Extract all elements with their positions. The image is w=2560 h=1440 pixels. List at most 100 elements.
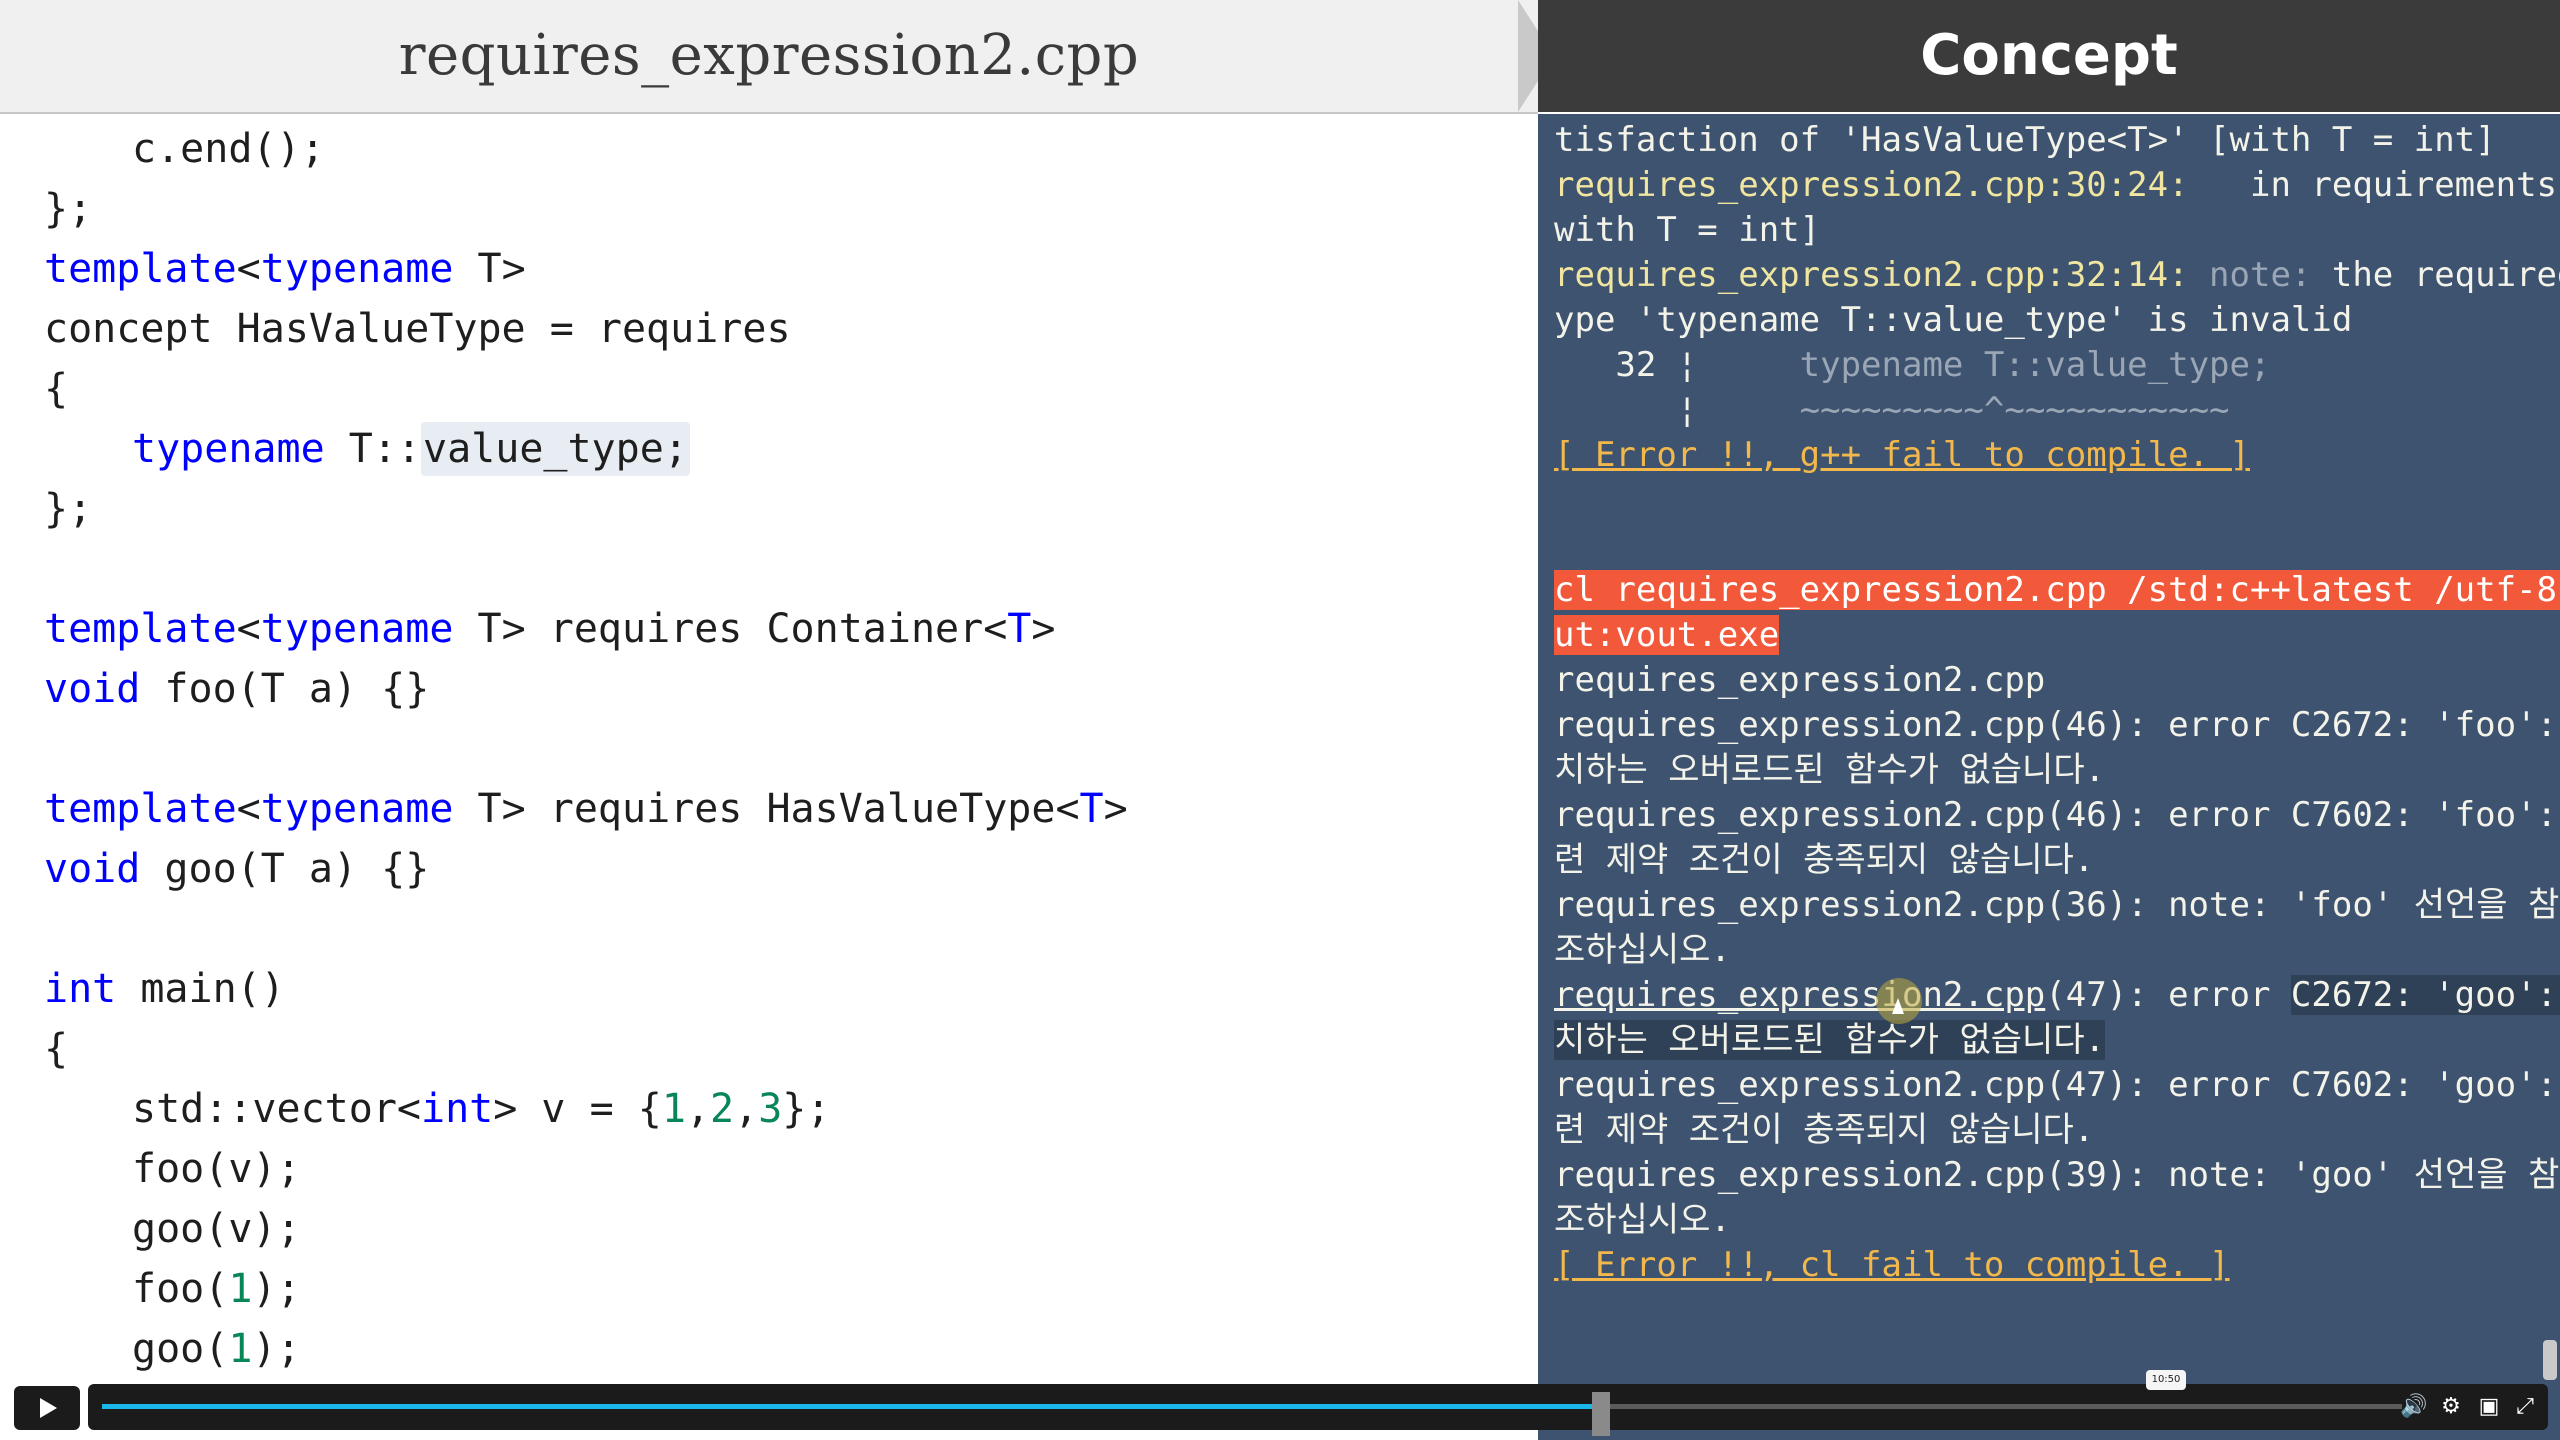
terminal-line: requires_expression2.cpp(39): note: 'goo… — [1554, 1153, 2559, 1198]
terminal-line: requires_expression2.cpp(47): error C267… — [1554, 973, 2560, 1018]
code-editor: c.end(); }; template<typename T> concept… — [0, 114, 1536, 1384]
mouse-pointer-icon — [1892, 998, 1904, 1014]
code-keyword: int — [420, 1086, 494, 1132]
code-text: concept HasValueType = requires — [44, 306, 791, 352]
terminal-line: requires_expression2.cpp — [1554, 658, 2045, 703]
code-number: 2 — [710, 1086, 735, 1132]
code-keyword: typename — [260, 606, 454, 652]
terminal-line: requires_expression2.cpp(46): error C760… — [1554, 793, 2560, 838]
highlighted-code: value_type; — [420, 422, 690, 476]
terminal-scrollbar[interactable] — [2543, 1340, 2557, 1380]
panel-title: Concept — [1920, 23, 2178, 88]
code-keyword: void — [44, 666, 141, 712]
terminal-text: 치하는 오버로드된 함수가 없습니다. — [1554, 750, 2106, 790]
terminal-line: requires_expression2.cpp:30:24: in requi… — [1554, 163, 2560, 208]
code-text: > — [1031, 606, 1056, 652]
selected-text: 치하는 오버로드된 함수가 없습니다. — [1554, 1020, 2106, 1060]
code-text: > — [1103, 786, 1128, 832]
code-number: 1 — [661, 1086, 686, 1132]
code-text: foo(v); — [132, 1146, 301, 1192]
code-keyword: typename — [132, 426, 325, 472]
exit-fullscreen-icon[interactable]: ⤢ — [2512, 1394, 2538, 1420]
terminal-line: 련 제약 조건이 충족되지 않습니다. — [1554, 838, 2094, 883]
terminal-text: requires_expression2.cpp(36): note: 'foo… — [1554, 885, 2560, 925]
compile-error-message: [ Error !!, cl fail to compile. ] — [1554, 1245, 2230, 1285]
code-line: }; — [44, 179, 92, 239]
terminal-line: [ Error !!, cl fail to compile. ] — [1554, 1243, 2230, 1288]
code-number: 3 — [758, 1086, 783, 1132]
code-text: std::vector< — [132, 1086, 421, 1132]
terminal-text: the required t — [2331, 255, 2560, 295]
code-text: goo(T a) {} — [140, 846, 430, 892]
terminal-line: 조하십시오. — [1554, 1198, 1731, 1243]
terminal-text: 련 제약 조건이 충족되지 않습니다. — [1554, 840, 2095, 880]
code-line: int main() — [44, 959, 285, 1019]
terminal-line: 32 ¦ typename T::value_type; — [1554, 343, 2270, 388]
code-line: goo(1); — [132, 1319, 301, 1379]
terminal-line: ut:vout.exe — [1554, 613, 1780, 658]
terminal-line: tisfaction of 'HasValueType<T>' [with T … — [1554, 118, 2496, 163]
code-line: c.end(); — [132, 119, 325, 179]
terminal-path: requires_expression2.cpp:30:24: — [1554, 165, 2189, 205]
terminal-line: with T = int] — [1554, 208, 1820, 253]
terminal-text: tisfaction of 'HasValueType<T>' [with T … — [1554, 120, 2496, 160]
pip-icon[interactable]: ▣ — [2476, 1394, 2502, 1420]
compile-error-message: [ Error !!, g++ fail to compile. ] — [1554, 435, 2250, 475]
time-tooltip: 10:50 — [2146, 1370, 2186, 1390]
terminal-gutter: ¦ — [1554, 390, 1698, 430]
terminal-line: 치하는 오버로드된 함수가 없습니다. — [1554, 748, 2105, 793]
terminal-line: requires_expression2.cpp(47): error C760… — [1554, 1063, 2560, 1108]
terminal-cursor-block — [1592, 1392, 1610, 1436]
video-lecture-screen: requires_expression2.cpp Concept c.end()… — [0, 0, 2560, 1440]
code-text: T> requires Container< — [453, 606, 1008, 652]
code-text: ); — [252, 1266, 301, 1312]
volume-icon[interactable]: 🔊 — [2400, 1394, 2427, 1420]
terminal-text: ype 'typename T::value_type' is invalid — [1554, 300, 2353, 340]
terminal-text: 조하십시오. — [1554, 1200, 1731, 1240]
file-title: requires_expression2.cpp — [398, 23, 1140, 88]
terminal-text: with T = int] — [1554, 210, 1821, 250]
code-text: c.end(); — [132, 126, 325, 172]
code-line: { — [44, 359, 68, 419]
code-line: void goo(T a) {} — [44, 839, 429, 899]
terminal-line: [ Error !!, g++ fail to compile. ] — [1554, 433, 2250, 478]
code-number: 1 — [228, 1326, 253, 1372]
terminal-line: requires_expression2.cpp:32:14: note: th… — [1554, 253, 2560, 298]
code-text: main() — [116, 966, 285, 1012]
terminal-text: 련 제약 조건이 충족되지 않습니다. — [1554, 1110, 2095, 1150]
progress-rail[interactable] — [102, 1404, 2402, 1409]
progress-bar[interactable]: 10:50 🔊 ⚙ ▣ ⤢ — [88, 1370, 2548, 1430]
code-text: }; — [44, 486, 93, 532]
terminal-line: requires_expression2.cpp(36): note: 'foo… — [1554, 883, 2559, 928]
video-controls: 10:50 🔊 ⚙ ▣ ⤢ — [0, 1370, 2560, 1440]
terminal-header: Concept — [1538, 0, 2560, 112]
code-text: ); — [252, 1326, 301, 1372]
terminal-caret: ~~~~~~~~~^~~~~~~~~~~~ — [1697, 390, 2230, 430]
code-text: T:: — [324, 426, 421, 472]
code-line: void foo(T a) {} — [44, 659, 429, 719]
code-line: foo(v); — [132, 1139, 301, 1199]
terminal-code: typename T::value_type; — [1697, 345, 2271, 385]
code-text: > v = { — [493, 1086, 662, 1132]
settings-icon[interactable]: ⚙ — [2438, 1394, 2464, 1420]
terminal-text: requires_expression2.cpp(46): error C760… — [1554, 795, 2560, 835]
code-text: foo( — [132, 1266, 229, 1312]
code-text: , — [734, 1086, 759, 1132]
terminal-line: 련 제약 조건이 충족되지 않습니다. — [1554, 1108, 2094, 1153]
code-keyword: template — [44, 606, 237, 652]
code-line: typename T::value_type; — [132, 419, 690, 479]
code-line: template<typename T> requires HasValueTy… — [44, 779, 1128, 839]
play-button[interactable] — [14, 1386, 80, 1430]
terminal-line: 치하는 오버로드된 함수가 없습니다. — [1554, 1018, 2106, 1063]
code-text: < — [236, 606, 261, 652]
code-text: }; — [44, 186, 93, 232]
code-keyword: T — [1007, 606, 1032, 652]
command-line: ut:vout.exe — [1554, 615, 1780, 655]
terminal-text: (47): error — [2045, 975, 2291, 1015]
terminal-line: ¦ ~~~~~~~~~^~~~~~~~~~~~ — [1554, 388, 2230, 433]
code-keyword: template — [44, 786, 237, 832]
play-icon — [40, 1398, 57, 1418]
code-text: foo(T a) {} — [140, 666, 430, 712]
code-text: goo(v); — [132, 1206, 301, 1252]
code-text: , — [685, 1086, 710, 1132]
